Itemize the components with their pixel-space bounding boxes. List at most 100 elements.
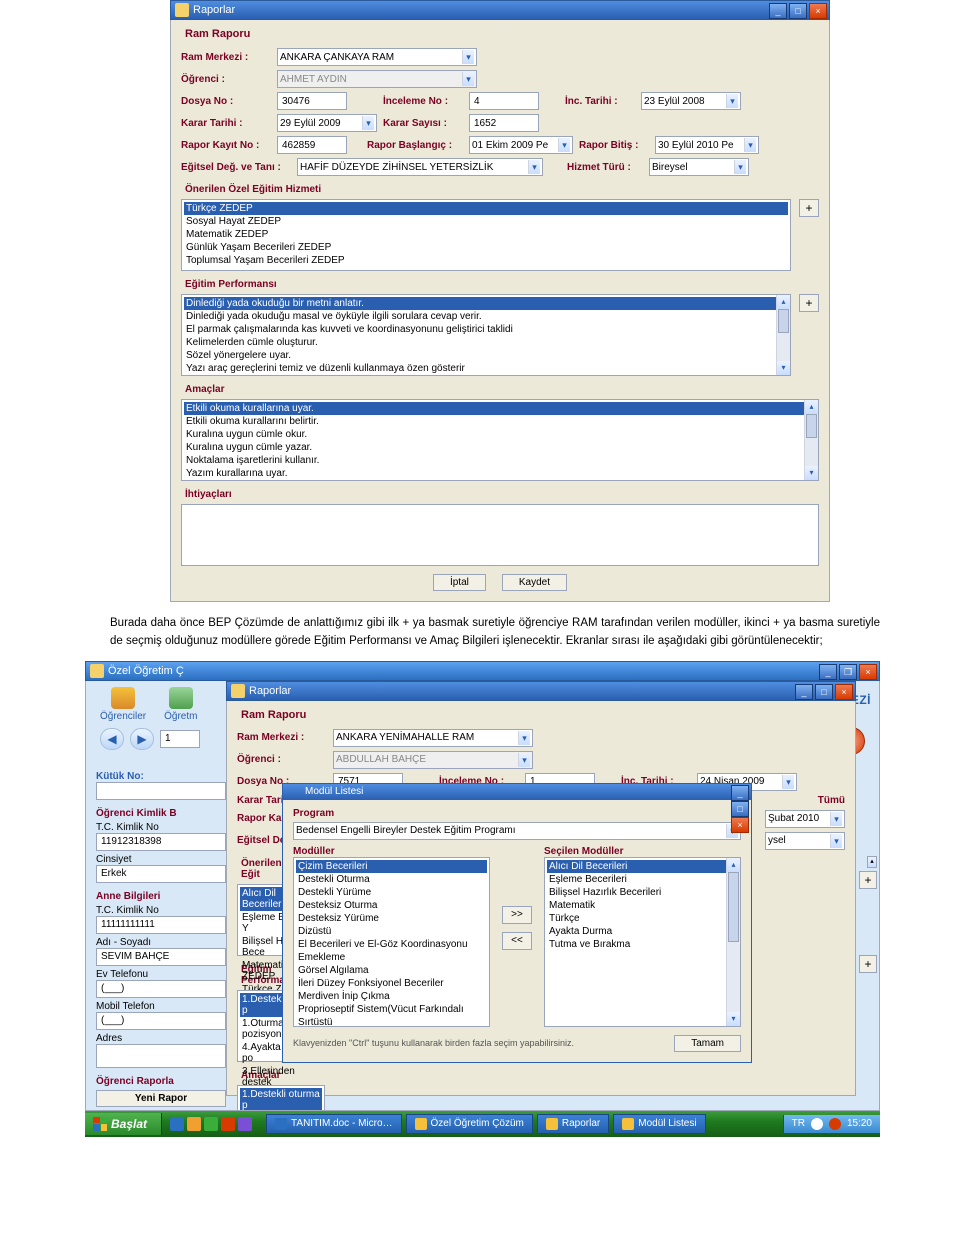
ev-tel-input[interactable]	[96, 980, 226, 998]
close-button[interactable]: ×	[859, 664, 877, 680]
scrollbar[interactable]: ▴▾	[804, 400, 818, 480]
minimize-button[interactable]: _	[769, 3, 787, 19]
list-item[interactable]: Desteksiz Yürüme	[296, 912, 487, 925]
nav-page-input[interactable]	[160, 730, 200, 748]
list-item[interactable]: Emekleme	[296, 951, 487, 964]
ram-merkezi-select[interactable]: ANKARA YENİMAHALLE RAM▾	[333, 729, 533, 747]
list-item[interactable]: Görsel Algılama	[296, 964, 487, 977]
tc-kimlik-input[interactable]	[96, 833, 226, 851]
list-item[interactable]: Tutma ve Bırakma	[547, 938, 738, 951]
raporlar-titlebar[interactable]: Raporlar _ □ ×	[226, 681, 856, 701]
list-item[interactable]: Dinlediği yada okuduğu masal ve öyküyle …	[184, 310, 788, 323]
list-item[interactable]: Türkçe	[547, 912, 738, 925]
list-item[interactable]: Proprioseptif Sistem(Vücut Farkındalı	[296, 1003, 487, 1016]
scroll-down-icon[interactable]: ▾	[777, 361, 790, 375]
list-item[interactable]: Günlük Yaşam Becerileri ZEDEP	[184, 241, 788, 254]
rapor-bitis-select[interactable]: Şubat 2010▾	[765, 810, 845, 828]
list-item[interactable]: Eşleme Becerileri	[547, 873, 738, 886]
taskbar-task[interactable]: Raporlar	[537, 1114, 609, 1134]
scroll-up-icon[interactable]: ▴	[777, 295, 790, 309]
add-to-selected-button[interactable]: >>	[502, 906, 532, 924]
list-item[interactable]: Desteksiz Oturma	[296, 899, 487, 912]
list-item[interactable]: Ayakta Durma	[547, 925, 738, 938]
list-item[interactable]: El parmak çalışmalarında kas kuvveti ve …	[184, 323, 788, 336]
close-button[interactable]: ×	[731, 817, 749, 833]
rapor-kayit-no-input[interactable]	[277, 136, 347, 154]
list-item[interactable]: Alıcı Dil Becerileri	[547, 860, 738, 873]
list-item[interactable]: Sosyal Hayat ZEDEP	[184, 215, 788, 228]
taskbar-task[interactable]: Özel Öğretim Çözüm	[406, 1114, 533, 1134]
list-item[interactable]: Yazı araç gereçlerini temiz ve düzenli k…	[184, 362, 788, 375]
list-item[interactable]: Dizüstü	[296, 925, 487, 938]
ql-icon[interactable]	[187, 1117, 201, 1131]
taskbar-task[interactable]: TANITIM.doc - Micro…	[266, 1114, 401, 1134]
toolbar-ogrenciler[interactable]: Öğrenciler	[100, 687, 146, 722]
egitsel-tani-select[interactable]: HAFİF DÜZEYDE ZİHİNSEL YETERSİZLİK▾	[297, 158, 543, 176]
ram-merkezi-select[interactable]: ANKARA ÇANKAYA RAM▾	[277, 48, 477, 66]
moduller-listbox[interactable]: Çizim Becerileri Destekli OturmaDestekli…	[293, 857, 490, 1027]
modul-listesi-titlebar[interactable]: Modül Listesi _ □ ×	[283, 784, 751, 800]
minimize-button[interactable]: _	[819, 664, 837, 680]
list-item[interactable]: Dinlediği yada okuduğu bir metni anlatır…	[184, 297, 788, 310]
start-button[interactable]: Başlat	[85, 1113, 162, 1135]
list-item[interactable]: Sözel yönergelere uyar.	[184, 349, 788, 362]
scroll-thumb[interactable]	[806, 414, 817, 438]
minimize-button[interactable]: _	[795, 684, 813, 700]
iptal-button[interactable]: İptal	[433, 574, 486, 591]
list-item[interactable]: Matematik ZEDEP	[184, 228, 788, 241]
scroll-up-icon[interactable]: ▴	[867, 856, 877, 868]
add-button[interactable]: +	[799, 199, 819, 217]
nav-back-button[interactable]: ◀	[100, 728, 124, 750]
list-item[interactable]: Toplumsal Yaşam Becerileri ZEDEP	[184, 254, 788, 267]
amaclar-listbox[interactable]: 1.Destekli oturma p 5.Gözler açık ve ka …	[237, 1085, 325, 1111]
dosya-no-input[interactable]	[277, 92, 347, 110]
restore-button[interactable]: ❐	[839, 664, 857, 680]
scroll-up-icon[interactable]: ▴	[727, 858, 740, 872]
minimize-button[interactable]: _	[731, 785, 749, 801]
anne-ad-input[interactable]	[96, 948, 226, 966]
list-item[interactable]: Çizim Becerileri	[296, 860, 487, 873]
list-item[interactable]: Sırtüstü	[296, 1016, 487, 1027]
list-item[interactable]: Kuralına uygun cümle yazar.	[184, 441, 816, 454]
close-button[interactable]: ×	[809, 3, 827, 19]
maximize-button[interactable]: □	[731, 801, 749, 817]
add-button[interactable]: +	[859, 955, 877, 973]
scrollbar[interactable]: ▴▾	[726, 858, 740, 1026]
taskbar-task[interactable]: Modül Listesi	[613, 1114, 705, 1134]
list-item[interactable]: Etkili okuma kurallarına uyar.	[184, 402, 816, 415]
ihtiyaclar-listbox[interactable]	[181, 504, 819, 566]
scroll-thumb[interactable]	[728, 872, 739, 942]
yeni-rapor-button[interactable]: Yeni Rapor	[96, 1090, 226, 1107]
list-item[interactable]: Yazım kurallarına uyar.	[184, 467, 816, 480]
close-button[interactable]: ×	[835, 684, 853, 700]
kaydet-button[interactable]: Kaydet	[502, 574, 567, 591]
performans-listbox[interactable]: Dinlediği yada okuduğu bir metni anlatır…	[181, 294, 791, 376]
window-titlebar[interactable]: Raporlar _ □ ×	[170, 0, 830, 20]
add-button[interactable]: +	[799, 294, 819, 312]
hizmet-turu-select[interactable]: ysel▾	[765, 832, 845, 850]
ql-icon[interactable]	[238, 1117, 252, 1131]
list-item[interactable]: Etkili okuma kurallarını belirtir.	[184, 415, 816, 428]
tamam-button[interactable]: Tamam	[674, 1035, 741, 1052]
list-item[interactable]: Matematik	[547, 899, 738, 912]
inc-tarihi-select[interactable]: 23 Eylül 2008▾	[641, 92, 741, 110]
nav-forward-button[interactable]: ▶	[130, 728, 154, 750]
list-item[interactable]: Bilişsel Hazırlık Becerileri	[547, 886, 738, 899]
list-item[interactable]: Noktalama işaretlerini kullanır.	[184, 454, 816, 467]
rapor-bitis-select[interactable]: 30 Eylül 2010 Pe▾	[655, 136, 759, 154]
scrollbar[interactable]: ▴▾	[776, 295, 790, 375]
outer-window-titlebar[interactable]: Özel Öğretim Ç _ ❐ ×	[85, 661, 880, 681]
ql-icon[interactable]	[170, 1117, 184, 1131]
tray-lang[interactable]: TR	[792, 1118, 805, 1129]
list-item[interactable]: Destekli Yürüme	[296, 886, 487, 899]
list-item[interactable]: El Becerileri ve El-Göz Koordinasyonu	[296, 938, 487, 951]
ql-icon[interactable]	[204, 1117, 218, 1131]
scroll-thumb[interactable]	[778, 309, 789, 333]
list-item[interactable]: Kuralına uygun cümle okur.	[184, 428, 816, 441]
list-item[interactable]: Destekli Oturma	[296, 873, 487, 886]
anne-tc-input[interactable]	[96, 916, 226, 934]
onerilen-listbox[interactable]: Türkçe ZEDEP Sosyal Hayat ZEDEP Matemati…	[181, 199, 791, 271]
amaclar-listbox[interactable]: Etkili okuma kurallarına uyar. Etkili ok…	[181, 399, 819, 481]
list-item[interactable]: Kelimelerden cümle oluşturur.	[184, 336, 788, 349]
karar-sayisi-input[interactable]	[469, 114, 539, 132]
